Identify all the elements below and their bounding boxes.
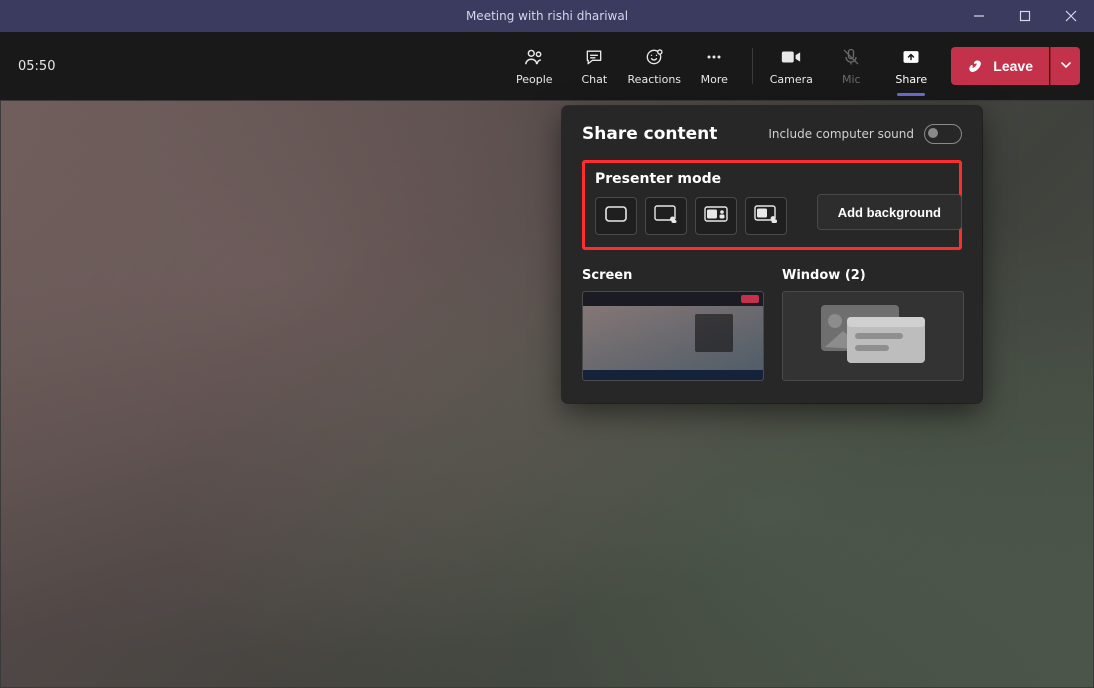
more-label: More	[701, 73, 728, 86]
close-button[interactable]	[1048, 0, 1094, 32]
mic-button[interactable]: Mic	[821, 38, 881, 94]
people-button[interactable]: People	[504, 38, 564, 94]
toolbar-divider	[752, 48, 753, 84]
people-label: People	[516, 73, 553, 86]
leave-dropdown[interactable]	[1050, 47, 1080, 85]
share-window-thumbnail[interactable]	[782, 291, 964, 381]
share-active-indicator	[897, 93, 925, 96]
add-background-button[interactable]: Add background	[817, 194, 962, 230]
side-by-side-icon	[704, 206, 728, 226]
windows-stack-icon	[813, 299, 933, 373]
mic-label: Mic	[842, 73, 861, 86]
chat-button[interactable]: Chat	[564, 38, 624, 94]
reactions-button[interactable]: Reactions	[624, 38, 684, 94]
presenter-mode-title: Presenter mode	[595, 171, 949, 187]
window-section-title: Window (2)	[782, 268, 962, 283]
more-icon	[704, 47, 724, 67]
share-label: Share	[895, 73, 927, 86]
more-button[interactable]: More	[684, 38, 744, 94]
chat-label: Chat	[581, 73, 607, 86]
presenter-mode-reporter[interactable]	[745, 197, 787, 235]
screen-section-title: Screen	[582, 268, 762, 283]
hangup-icon	[967, 56, 985, 77]
presenter-mode-content-only[interactable]	[595, 197, 637, 235]
minimize-button[interactable]	[956, 0, 1002, 32]
camera-icon	[780, 47, 802, 67]
reactions-label: Reactions	[628, 73, 682, 86]
content-only-icon	[605, 206, 627, 226]
presenter-mode-standout[interactable]	[645, 197, 687, 235]
standout-icon	[654, 205, 678, 227]
share-icon	[901, 47, 921, 67]
share-button[interactable]: Share	[881, 38, 941, 94]
reactions-icon	[644, 47, 664, 67]
presenter-mode-side-by-side[interactable]	[695, 197, 737, 235]
meeting-timer: 05:50	[18, 59, 55, 74]
share-content-panel: Share content Include computer sound Pre…	[562, 106, 982, 403]
titlebar: Meeting with rishi dhariwal	[0, 0, 1094, 32]
chevron-down-icon	[1060, 59, 1072, 74]
chat-icon	[584, 47, 604, 67]
leave-label: Leave	[993, 58, 1033, 74]
window-title: Meeting with rishi dhariwal	[466, 9, 628, 23]
meeting-toolbar: 05:50 People Chat	[0, 32, 1094, 100]
share-screen-thumbnail[interactable]	[582, 291, 764, 381]
share-panel-title: Share content	[582, 124, 717, 144]
reporter-icon	[754, 205, 778, 227]
camera-label: Camera	[770, 73, 813, 86]
include-sound-label: Include computer sound	[768, 127, 914, 141]
add-background-label: Add background	[838, 205, 941, 220]
include-sound-toggle[interactable]	[924, 124, 962, 144]
people-icon	[523, 47, 545, 67]
maximize-button[interactable]	[1002, 0, 1048, 32]
mic-icon	[841, 47, 861, 67]
leave-button[interactable]: Leave	[951, 47, 1049, 85]
camera-button[interactable]: Camera	[761, 38, 821, 94]
